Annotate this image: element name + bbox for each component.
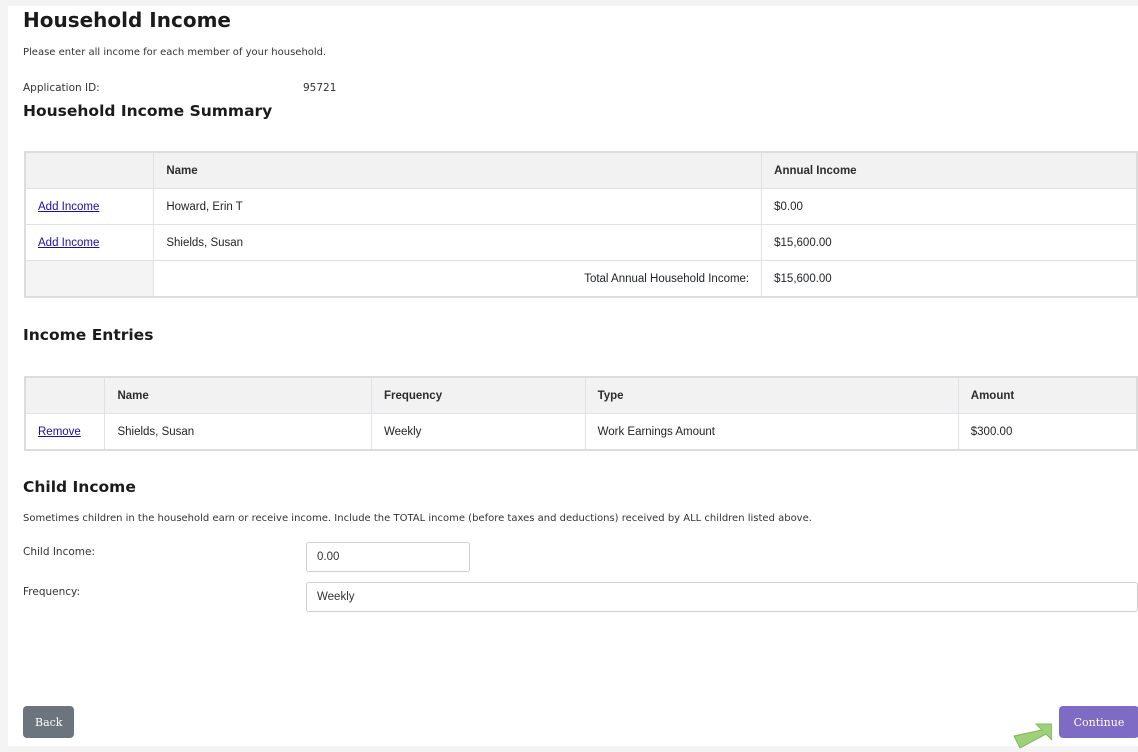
empty-cell (24, 260, 155, 298)
column-header-annual-income: Annual Income (761, 151, 1138, 189)
annual-income-value: $15,600.00 (761, 224, 1138, 261)
total-value: $15,600.00 (761, 260, 1138, 298)
application-id-label: Application ID: (23, 82, 100, 94)
summary-heading: Household Income Summary (23, 102, 273, 120)
household-income-summary-table: Name Annual Income Add Income Howard, Er… (24, 151, 1138, 298)
column-header-amount: Amount (957, 376, 1138, 414)
entry-type: Work Earnings Amount (584, 413, 959, 451)
page-title: Household Income (23, 8, 231, 32)
column-header (24, 151, 155, 189)
column-header-frequency: Frequency (370, 376, 586, 414)
table-total-row: Total Annual Household Income: $15,600.0… (24, 260, 1138, 298)
total-label: Total Annual Household Income: (153, 260, 763, 298)
table-row: Add Income Shields, Susan $15,600.00 (24, 224, 1138, 261)
column-header-type: Type (584, 376, 959, 414)
application-id-value: 95721 (303, 82, 337, 94)
table-header-row: Name Annual Income (24, 151, 1138, 189)
child-income-input[interactable]: 0.00 (306, 542, 470, 572)
column-header (24, 376, 106, 414)
entry-frequency: Weekly (370, 413, 586, 451)
child-income-label: Child Income: (23, 546, 95, 558)
column-header-name: Name (153, 151, 763, 189)
remove-link[interactable]: Remove (38, 426, 81, 438)
income-entries-heading: Income Entries (23, 326, 154, 344)
member-name: Howard, Erin T (153, 188, 763, 225)
table-header-row: Name Frequency Type Amount (24, 376, 1138, 414)
child-income-heading: Child Income (23, 478, 136, 496)
add-income-link[interactable]: Add Income (38, 237, 99, 249)
household-income-page: Household Income Please enter all income… (8, 6, 1138, 746)
column-header-name: Name (104, 376, 372, 414)
annual-income-value: $0.00 (761, 188, 1138, 225)
child-income-description: Sometimes children in the household earn… (23, 513, 812, 524)
income-entries-table: Name Frequency Type Amount Remove Shield… (24, 376, 1138, 451)
back-button[interactable]: Back (23, 706, 74, 738)
frequency-label: Frequency: (23, 586, 81, 598)
entry-amount: $300.00 (957, 413, 1138, 451)
add-income-link[interactable]: Add Income (38, 201, 99, 213)
table-row: Remove Shields, Susan Weekly Work Earnin… (24, 413, 1138, 451)
entry-name: Shields, Susan (104, 413, 372, 451)
table-row: Add Income Howard, Erin T $0.00 (24, 188, 1138, 225)
member-name: Shields, Susan (153, 224, 763, 261)
frequency-select[interactable]: Weekly (306, 582, 1138, 612)
pointer-arrow-icon (1013, 723, 1052, 749)
page-intro: Please enter all income for each member … (23, 47, 327, 58)
continue-button[interactable]: Continue (1059, 706, 1138, 738)
